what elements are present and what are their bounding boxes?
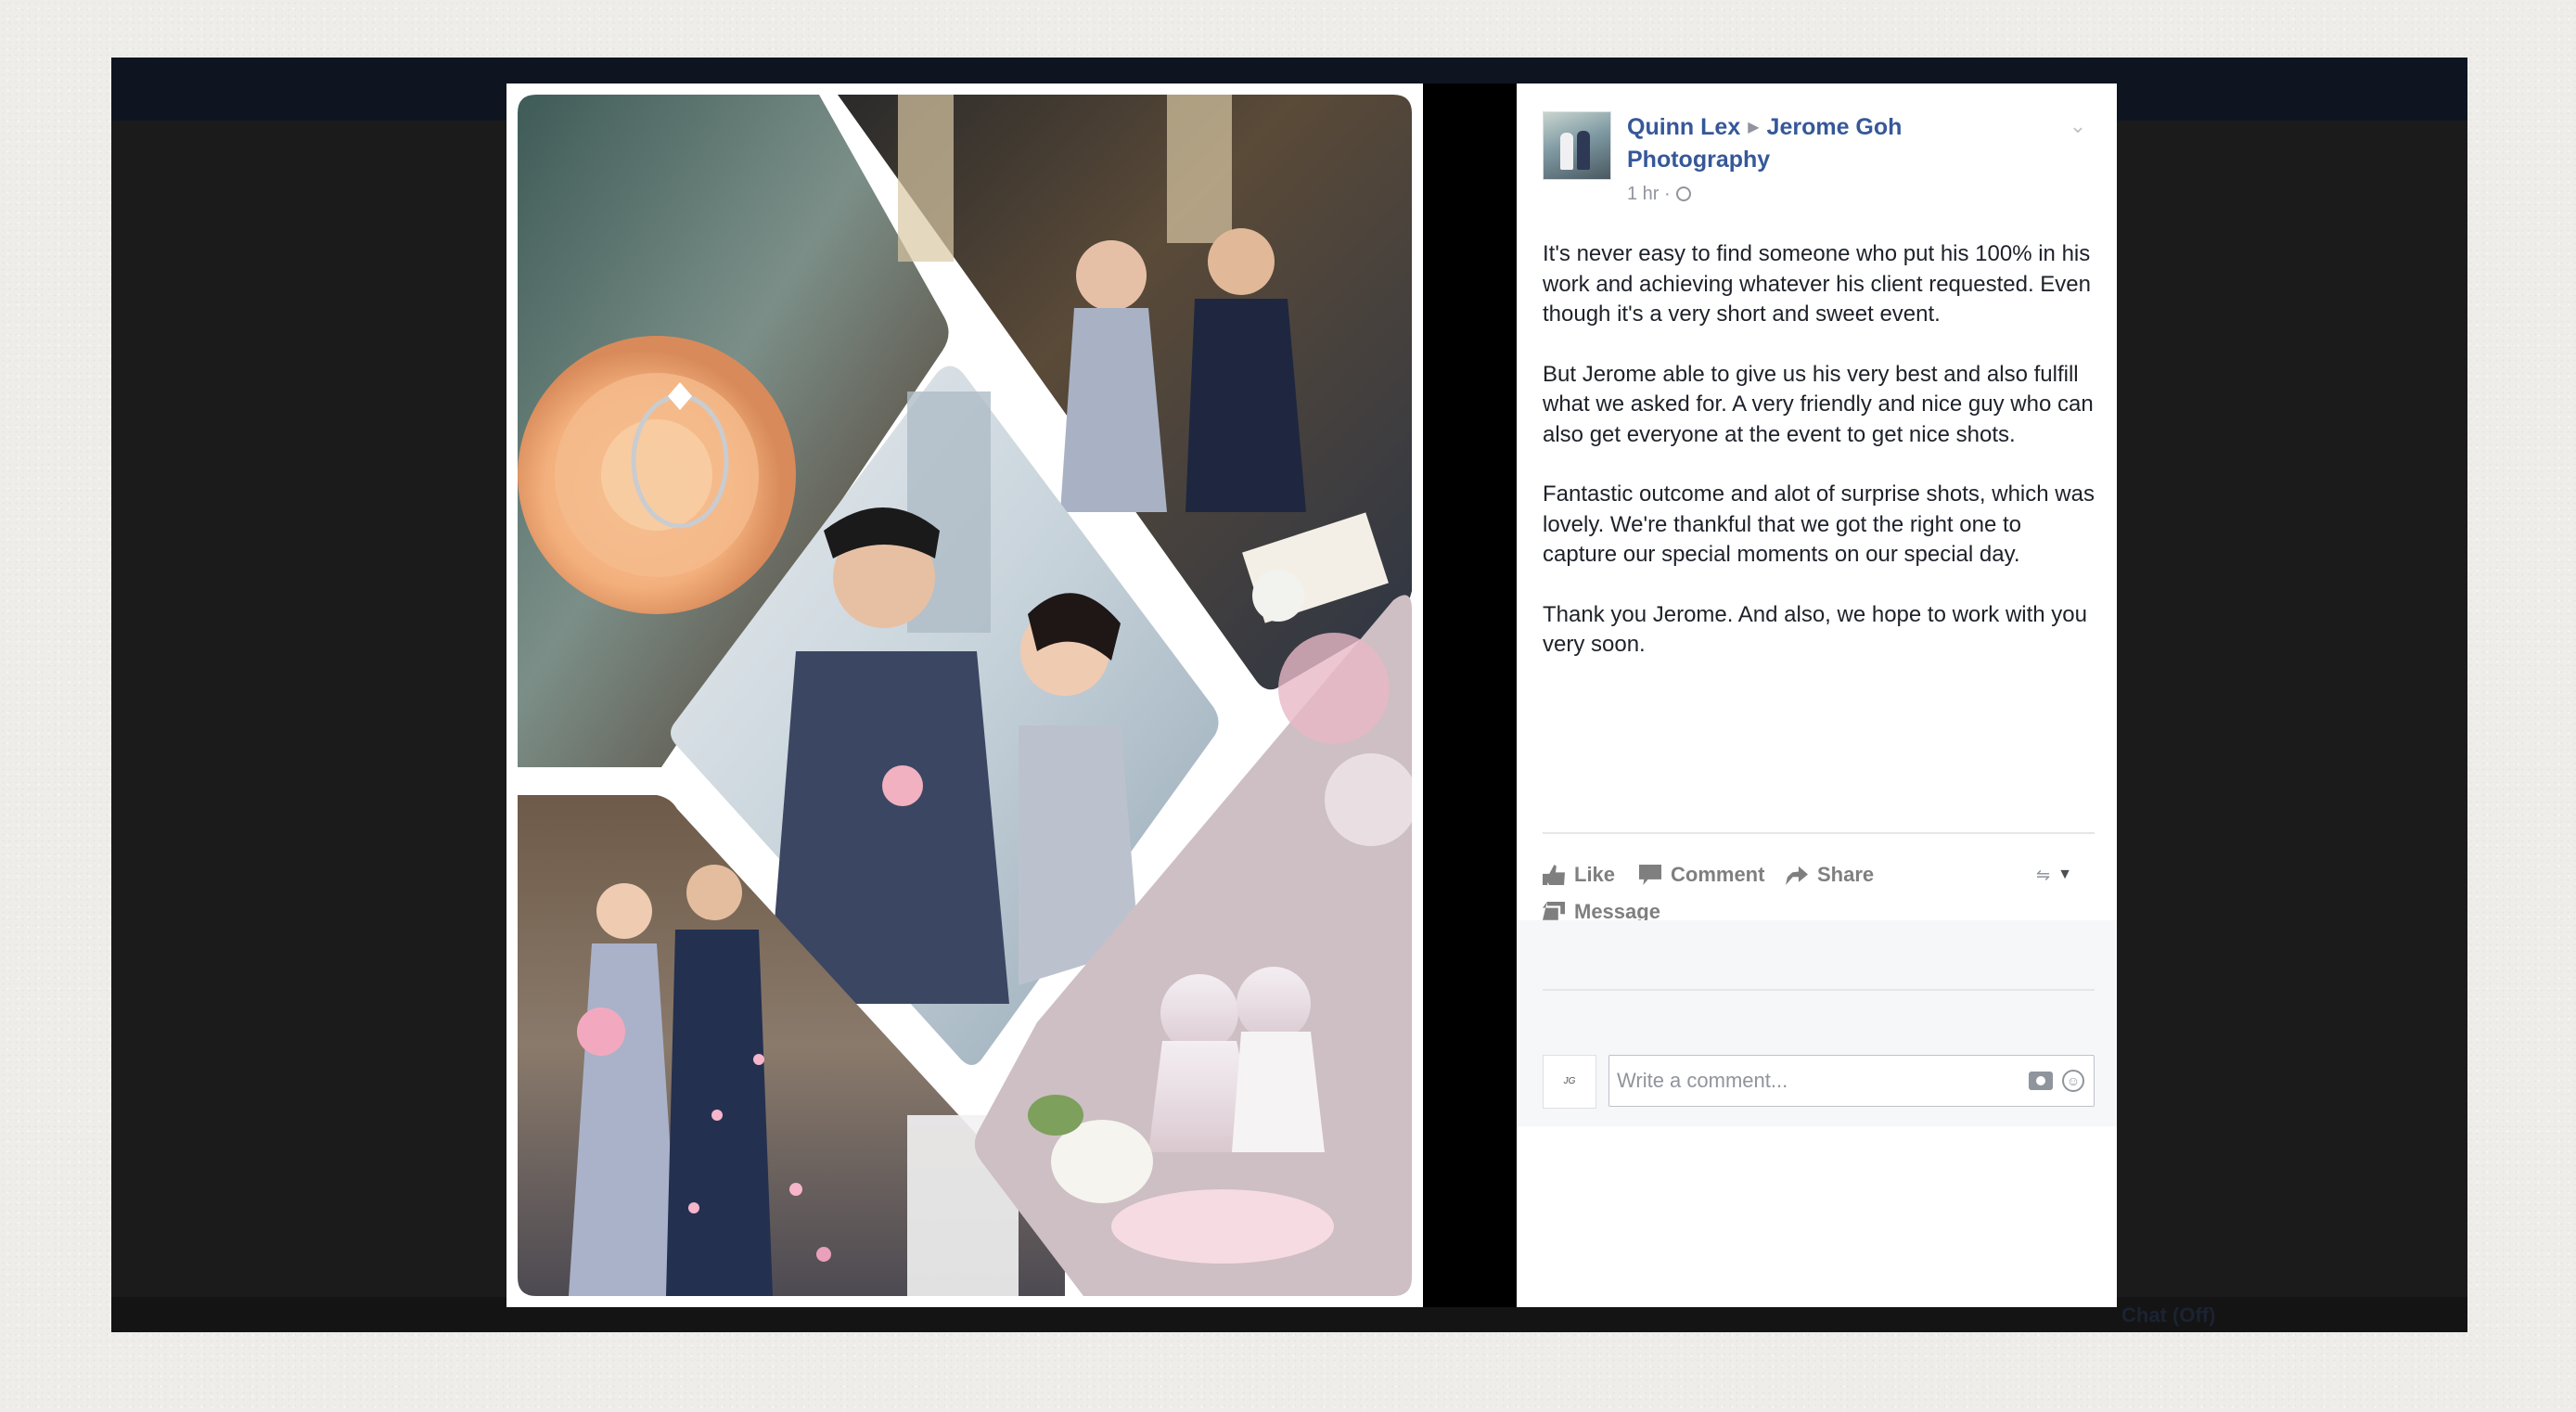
post-info-panel: Quinn Lex ▶ Jerome Goh Photography 1 hr · … — [1517, 83, 2117, 1307]
chevron-down-icon[interactable]: ⌄ — [2067, 115, 2089, 137]
message-icon — [1543, 902, 1565, 920]
post-timestamp[interactable]: 1 hr — [1627, 184, 1659, 204]
share-label: Share — [1817, 863, 1875, 886]
post-text: It's never easy to find someone who put … — [1543, 239, 2095, 690]
seen-icon: ⇋ — [2036, 865, 2051, 884]
audience-selector[interactable]: ⇋ ▼ — [2036, 861, 2072, 889]
comment-label: Comment — [1671, 863, 1765, 886]
globe-icon — [1675, 186, 1691, 201]
divider — [1543, 832, 2095, 834]
photo-collage[interactable] — [518, 95, 1412, 1296]
camera-icon[interactable] — [2029, 1072, 2053, 1090]
share-arrow-icon — [1786, 866, 1808, 885]
arrow-right-icon: ▶ — [1748, 120, 1760, 135]
like-button[interactable]: Like — [1543, 861, 1615, 889]
post-meta: 1 hr · — [1627, 184, 1691, 205]
comment-input[interactable] — [1609, 1056, 2006, 1106]
post-actions: Like Comment Share ⇋ ▼ Message — [1543, 842, 2090, 923]
post-paragraph: It's never easy to find someone who put … — [1543, 241, 2091, 327]
author-avatar[interactable] — [1543, 111, 1611, 180]
thumbs-up-icon — [1543, 865, 1565, 885]
avatar-figure-groom — [1577, 131, 1590, 170]
viewer-avatar: JG — [1543, 1055, 1596, 1109]
comment-icon — [1639, 865, 1661, 885]
like-label: Like — [1574, 863, 1616, 886]
caret-down-icon: ▼ — [2057, 866, 2072, 882]
share-button[interactable]: Share — [1786, 861, 1874, 889]
comment-box[interactable]: ☺ — [1608, 1055, 2095, 1107]
avatar-figure-bride — [1560, 133, 1573, 170]
post-paragraph: Fantastic outcome and alot of surprise s… — [1543, 481, 2095, 567]
post-header: Quinn Lex ▶ Jerome Goh Photography — [1627, 111, 2035, 175]
smiley-icon[interactable]: ☺ — [2062, 1070, 2084, 1092]
chat-status[interactable]: Chat (Off) — [2121, 1303, 2215, 1328]
post-paragraph: But Jerome able to give us his very best… — [1543, 361, 2094, 447]
author-name-link[interactable]: Quinn Lex — [1627, 114, 1740, 140]
divider — [1543, 989, 2095, 991]
post-paragraph: Thank you Jerome. And also, we hope to w… — [1543, 601, 2087, 658]
comment-button[interactable]: Comment — [1639, 861, 1764, 889]
facebook-photo-viewer: Chat (Off) Quinn Lex ▶ Jerome Goh Photog… — [111, 58, 2467, 1332]
